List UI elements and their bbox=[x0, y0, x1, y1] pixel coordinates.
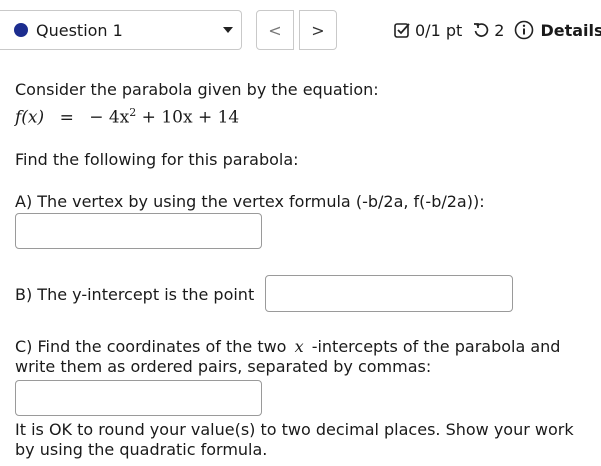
info-icon[interactable] bbox=[514, 20, 534, 40]
question-select[interactable]: Question 1 bbox=[0, 10, 242, 50]
equation: f(x) = − 4x2 + 10x + 14 bbox=[15, 103, 239, 128]
part-a-label: A) The vertex by using the vertex formul… bbox=[15, 192, 485, 211]
find-prompt: Find the following for this parabola: bbox=[15, 150, 299, 169]
part-b-answer-input[interactable] bbox=[265, 275, 513, 312]
chevron-left-icon: < bbox=[268, 20, 282, 40]
question-status-dot bbox=[14, 23, 28, 37]
details-link[interactable]: Details bbox=[540, 21, 601, 40]
note-line-2: by using the quadratic formula. bbox=[15, 440, 268, 459]
equation-lhs: f(x) bbox=[15, 107, 45, 128]
part-c-answer-input[interactable] bbox=[15, 380, 262, 416]
equation-equals: = bbox=[59, 107, 74, 128]
question-toolbar: Question 1 < > 0/1 pt 2 Details bbox=[0, 0, 601, 62]
part-c-text-pre: C) Find the coordinates of the two bbox=[15, 337, 287, 356]
part-c-text-post: -intercepts of the parabola and bbox=[311, 337, 561, 356]
chevron-right-icon: > bbox=[311, 20, 325, 40]
part-b-label: B) The y-intercept is the point bbox=[15, 285, 255, 304]
part-a-answer-input[interactable] bbox=[15, 213, 262, 249]
status-bar: 0/1 pt 2 Details bbox=[393, 20, 601, 40]
checkbox-score-icon bbox=[393, 21, 411, 39]
retries-count: 2 bbox=[494, 20, 505, 40]
previous-question-button[interactable]: < bbox=[256, 10, 294, 50]
note-line-1: It is OK to round your value(s) to two d… bbox=[15, 420, 574, 439]
equation-term-1: − 4x bbox=[89, 107, 130, 128]
question-select-label: Question 1 bbox=[36, 20, 123, 40]
part-c-variable: x bbox=[294, 337, 304, 356]
part-c-line-1: C) Find the coordinates of the two x -in… bbox=[15, 337, 560, 357]
retry-icon bbox=[472, 21, 490, 39]
next-question-button[interactable]: > bbox=[299, 10, 337, 50]
score-text: 0/1 pt bbox=[415, 20, 463, 40]
caret-down-icon bbox=[223, 27, 233, 33]
part-c-line-2: write them as ordered pairs, separated b… bbox=[15, 357, 432, 376]
question-intro: Consider the parabola given by the equat… bbox=[15, 80, 379, 99]
equation-term-2: + 10x + 14 bbox=[136, 107, 240, 128]
